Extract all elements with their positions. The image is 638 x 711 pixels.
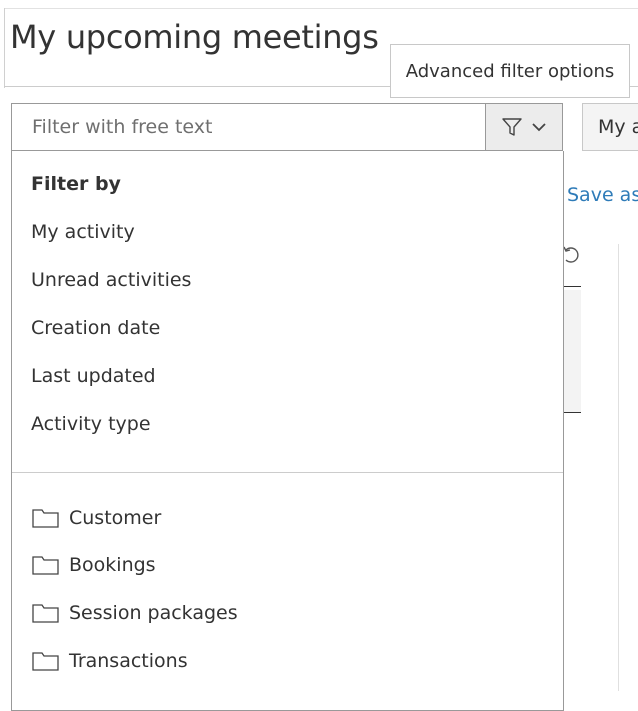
background-panel: [563, 290, 581, 412]
folder-label: Transactions: [69, 650, 188, 672]
background-rule: [563, 286, 581, 287]
filter-dropdown-menu: Filter by My activity Unread activities …: [11, 151, 564, 711]
folder-icon: [32, 604, 59, 623]
folder-icon: [32, 652, 59, 671]
folder-icon: [32, 556, 59, 575]
menu-item-last-updated[interactable]: Last updated: [31, 365, 156, 387]
folder-label: Bookings: [69, 554, 156, 576]
menu-item-unread-activities[interactable]: Unread activities: [31, 269, 191, 291]
page-frame-top: [4, 8, 638, 9]
page-frame-left: [4, 8, 5, 88]
filter-by-heading: Filter by: [31, 173, 121, 195]
menu-item-creation-date[interactable]: Creation date: [31, 317, 160, 339]
menu-item-activity-type[interactable]: Activity type: [31, 413, 151, 435]
chevron-down-icon: [532, 123, 546, 132]
page-title: My upcoming meetings: [10, 18, 379, 56]
folder-item-customer[interactable]: Customer: [31, 507, 161, 529]
folder-item-bookings[interactable]: Bookings: [31, 554, 156, 576]
view-selector-button[interactable]: My a: [582, 103, 638, 151]
folder-item-transactions[interactable]: Transactions: [31, 650, 188, 672]
free-text-filter-input[interactable]: [12, 104, 486, 150]
advanced-filter-button[interactable]: [485, 104, 562, 150]
folder-item-session-packages[interactable]: Session packages: [31, 602, 238, 624]
filter-funnel-icon: [502, 118, 522, 136]
advanced-filter-tooltip: Advanced filter options: [390, 44, 630, 98]
folder-label: Session packages: [69, 602, 238, 624]
filter-search-box: [11, 103, 563, 151]
save-as-link[interactable]: Save as: [567, 184, 638, 206]
folder-icon: [32, 509, 59, 528]
menu-divider: [12, 472, 563, 473]
background-column-divider: [618, 244, 619, 691]
folder-label: Customer: [69, 507, 162, 529]
menu-item-my-activity[interactable]: My activity: [31, 221, 135, 243]
refresh-icon[interactable]: [563, 244, 579, 266]
background-rule: [563, 412, 581, 413]
